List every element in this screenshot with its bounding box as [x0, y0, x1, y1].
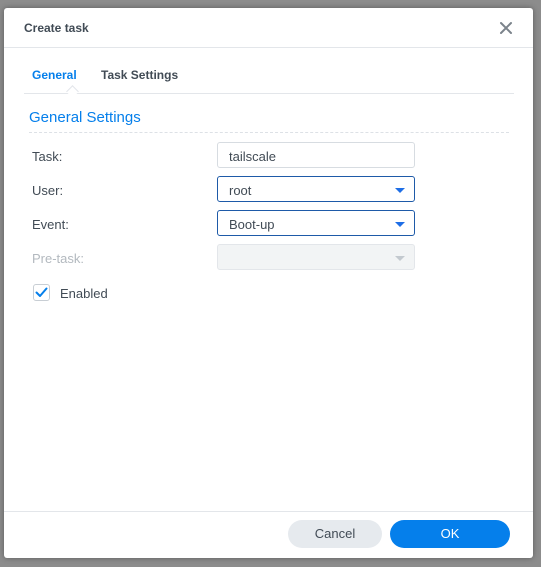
chevron-down-icon — [395, 188, 405, 193]
event-value: Boot-up — [229, 217, 275, 232]
user-select[interactable]: root — [217, 176, 415, 202]
section-divider — [29, 132, 509, 133]
footer-divider — [4, 511, 533, 512]
user-value: root — [229, 183, 252, 198]
tab-general[interactable]: General — [32, 68, 77, 82]
active-tab-indicator — [66, 85, 79, 98]
pretask-label: Pre-task: — [32, 251, 85, 266]
chevron-down-icon — [395, 256, 405, 261]
enabled-checkbox[interactable] — [33, 284, 50, 301]
section-title: General Settings — [29, 109, 141, 126]
dialog-title: Create task — [24, 21, 89, 35]
event-label: Event: — [32, 217, 69, 232]
pretask-select — [217, 244, 415, 270]
dialog-titlebar: Create task — [4, 8, 533, 48]
enabled-label[interactable]: Enabled — [60, 286, 108, 301]
close-icon[interactable] — [498, 20, 514, 36]
task-label: Task: — [32, 149, 63, 164]
tab-bar: General Task Settings — [24, 63, 514, 98]
user-label: User: — [32, 183, 64, 198]
checkmark-icon — [35, 287, 48, 297]
create-task-dialog: Create task General Task Settings Genera… — [4, 8, 533, 558]
chevron-down-icon — [395, 222, 405, 227]
tab-task-settings[interactable]: Task Settings — [101, 68, 178, 82]
task-name-input[interactable]: tailscale — [217, 142, 415, 168]
task-name-value: tailscale — [229, 149, 276, 164]
ok-button[interactable]: OK — [390, 520, 510, 548]
cancel-button[interactable]: Cancel — [288, 520, 382, 548]
event-select[interactable]: Boot-up — [217, 210, 415, 236]
